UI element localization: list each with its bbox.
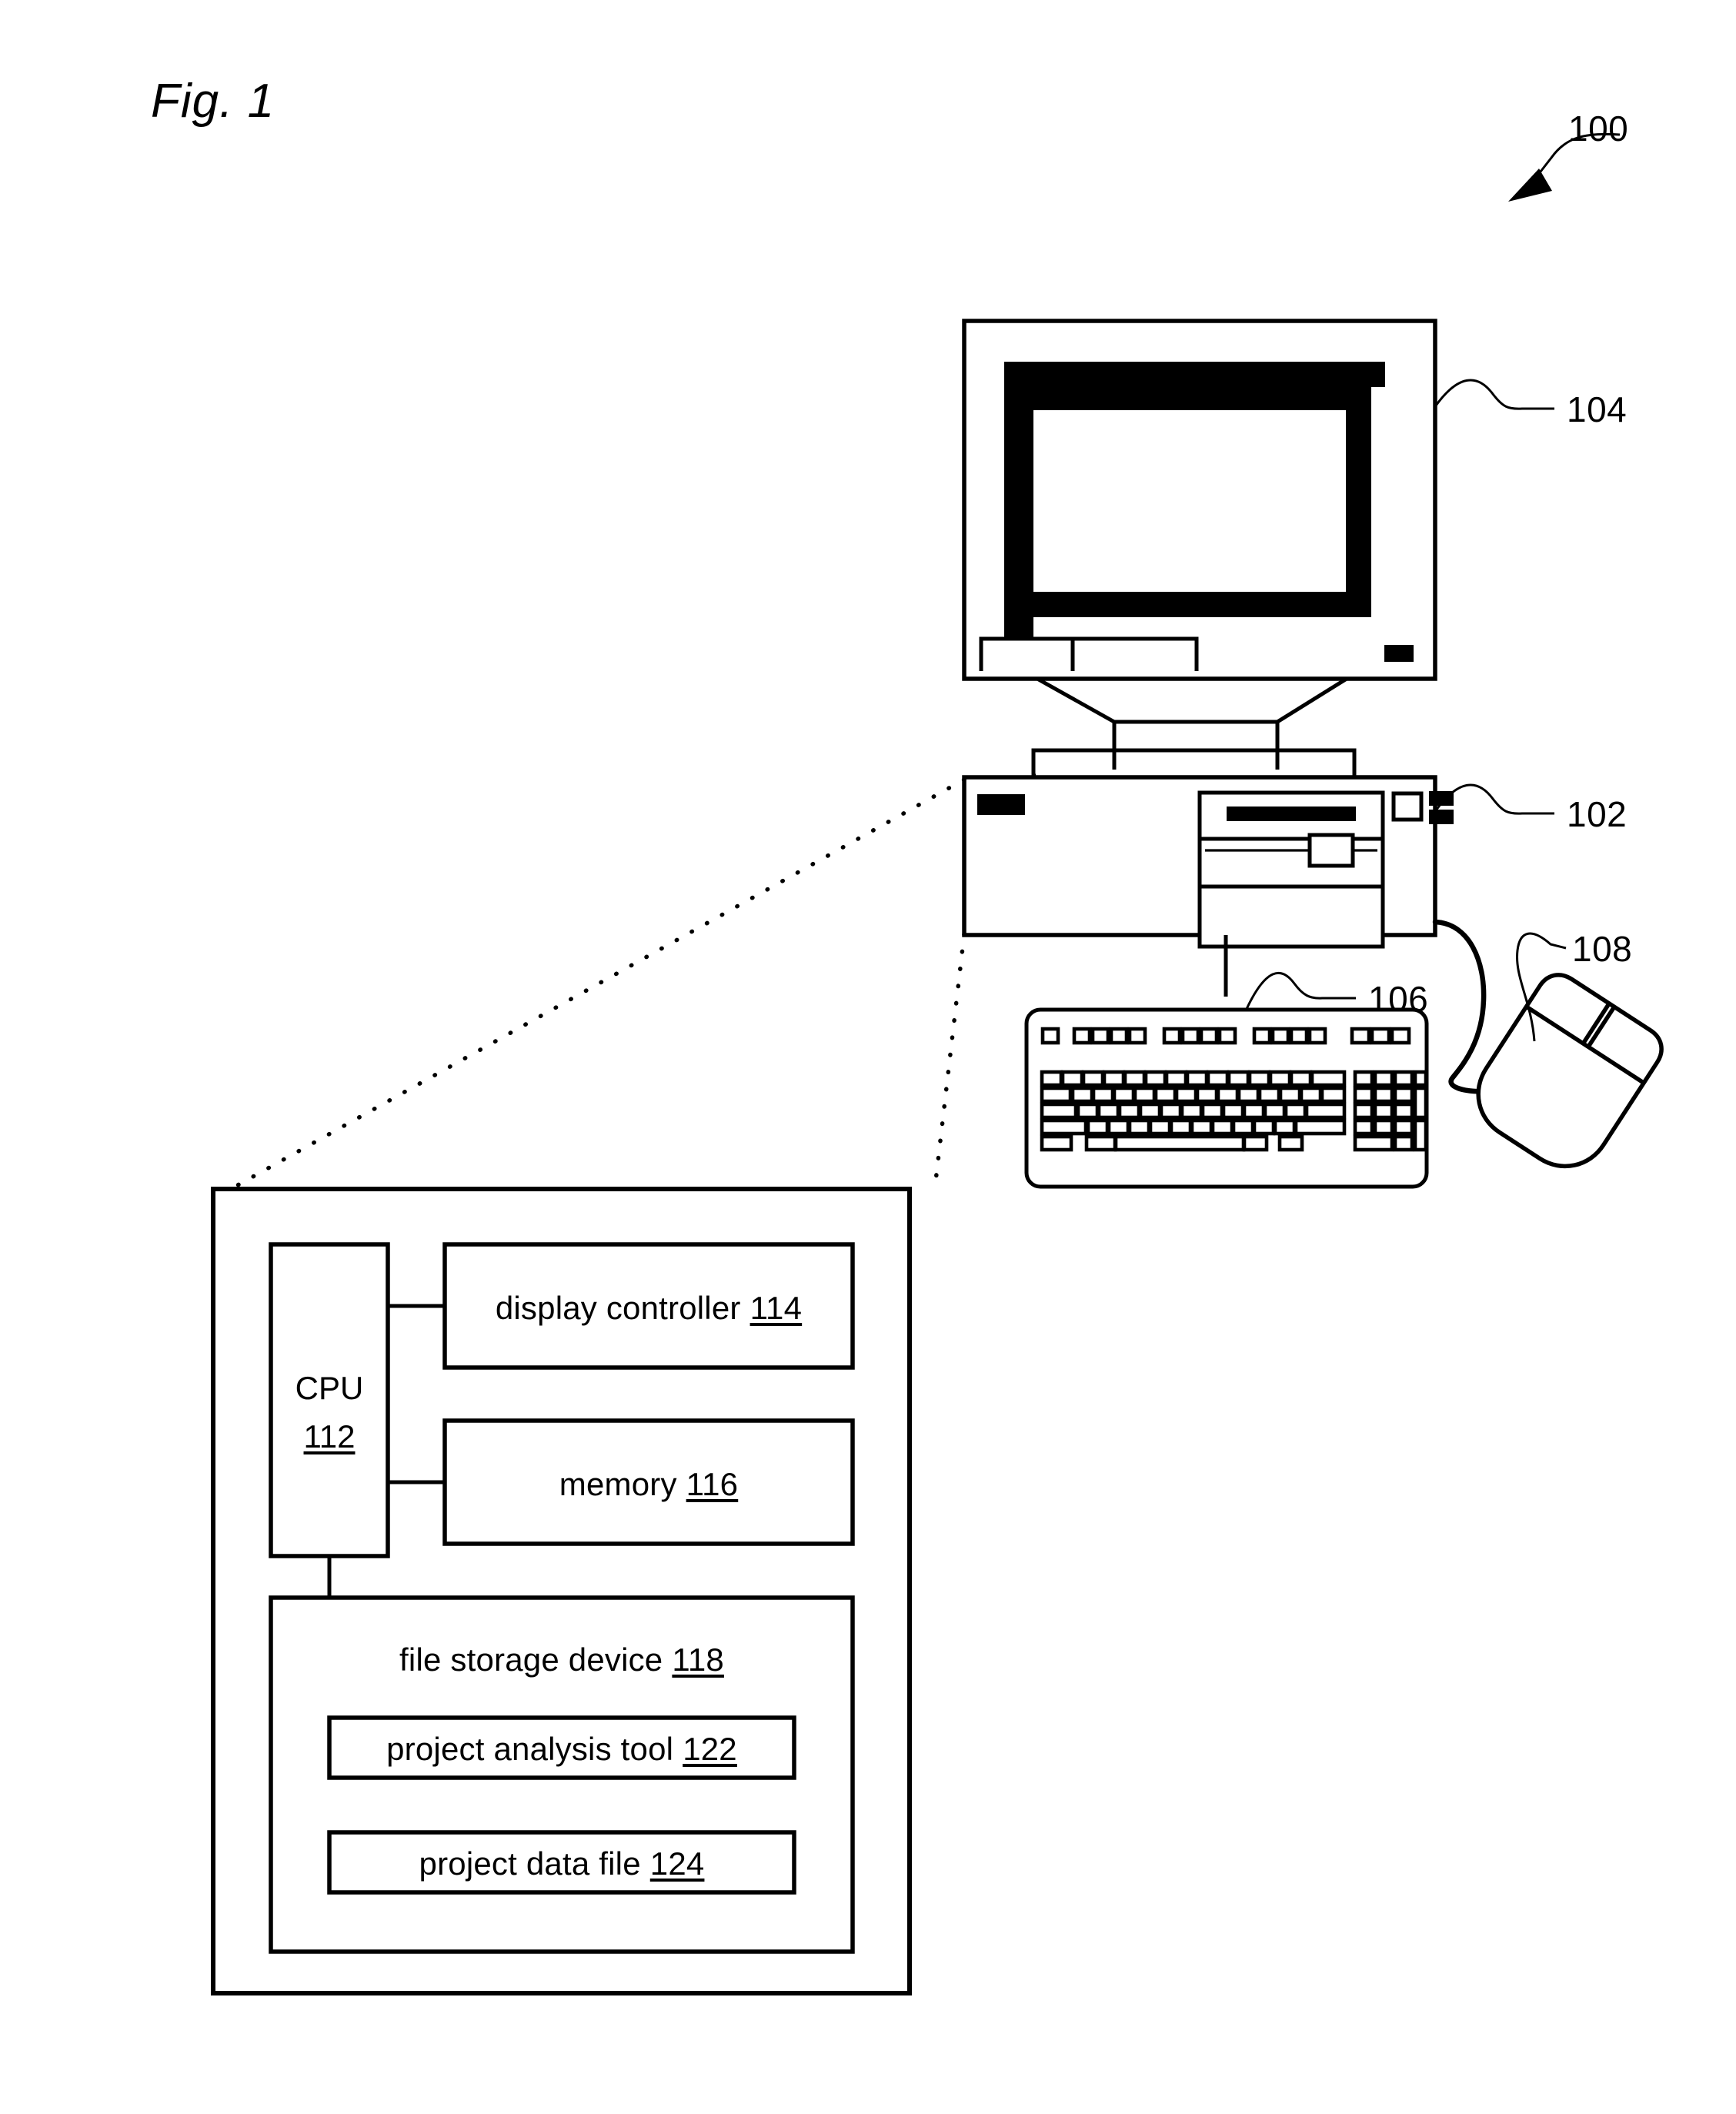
display-controller-label: display controller 114 — [445, 1290, 853, 1327]
ref-label-100: 100 — [1568, 109, 1629, 149]
ref-label-102: 102 — [1567, 794, 1627, 834]
file-storage-device-ref: 118 — [672, 1641, 724, 1678]
project-data-file-ref: 124 — [649, 1845, 705, 1882]
figure-drawing — [211, 132, 1664, 1995]
display-controller-text: display controller — [495, 1290, 741, 1326]
ref-label-108: 108 — [1572, 929, 1633, 969]
ref-label-106: 106 — [1368, 979, 1429, 1019]
file-storage-device-text: file storage device — [399, 1641, 663, 1678]
patent-figure: Fig. 1 100 104 102 106 108 CPU 112 displ… — [0, 0, 1736, 2114]
monitor-stand — [1031, 676, 1357, 780]
mouse — [1432, 919, 1664, 1169]
project-data-file-label: project data file 124 — [329, 1845, 794, 1882]
project-analysis-tool-label: project analysis tool 122 — [329, 1731, 794, 1768]
expansion-leader-lines — [229, 777, 966, 1191]
computer-base-unit — [962, 775, 1454, 949]
project-analysis-tool-ref: 122 — [683, 1731, 737, 1767]
cpu-ref: 112 — [303, 1418, 356, 1454]
ref-label-104: 104 — [1567, 389, 1627, 429]
display-controller-ref: 114 — [749, 1290, 803, 1326]
memory-text: memory — [559, 1466, 677, 1502]
display-monitor — [962, 319, 1437, 681]
project-data-file-text: project data file — [419, 1845, 641, 1882]
memory-ref: 116 — [686, 1466, 739, 1502]
project-analysis-tool-text: project analysis tool — [386, 1731, 674, 1767]
cpu-label: CPU 112 — [271, 1364, 388, 1461]
memory-label: memory 116 — [445, 1466, 853, 1503]
cpu-label-text: CPU — [295, 1370, 364, 1406]
keyboard — [1024, 1007, 1429, 1189]
file-storage-device-label: file storage device 118 — [271, 1641, 853, 1678]
